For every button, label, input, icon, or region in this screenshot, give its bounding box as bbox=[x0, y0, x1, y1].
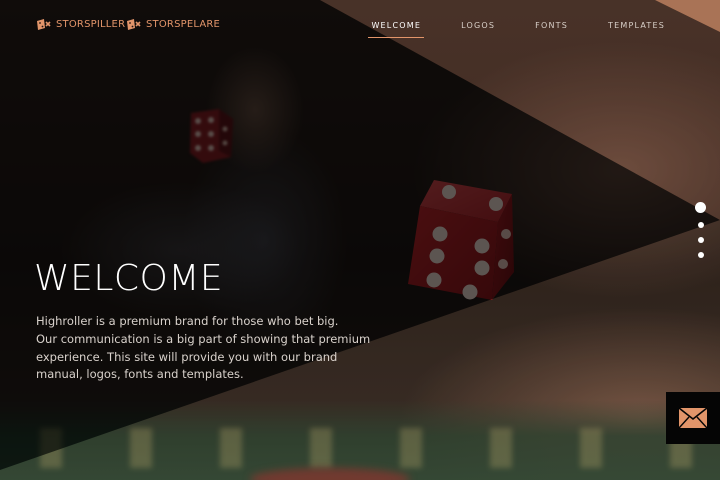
slide-pagination bbox=[695, 202, 706, 258]
intro-text: Highroller is a premium brand for those … bbox=[36, 313, 371, 384]
brand-name: STORSPILLER bbox=[56, 19, 126, 30]
brand-storspelare[interactable]: STORSPELARE bbox=[126, 18, 220, 31]
slide-dot-3[interactable] bbox=[697, 237, 704, 243]
intro-line: Our communication is a big part of showi… bbox=[36, 331, 371, 346]
intro-line: manual, logos, fonts and templates. bbox=[36, 367, 244, 382]
contact-mail-button[interactable] bbox=[666, 392, 720, 444]
slide-dot-4[interactable] bbox=[697, 252, 704, 258]
main-nav: WELCOME LOGOS FONTS TEMPLATES bbox=[368, 19, 668, 38]
nav-welcome[interactable]: WELCOME bbox=[368, 19, 424, 38]
nav-templates[interactable]: TEMPLATES bbox=[605, 19, 668, 38]
dice-logo-icon bbox=[36, 18, 51, 31]
dice-logo-icon bbox=[126, 18, 141, 31]
brand-storspiller[interactable]: STORSPILLER bbox=[36, 18, 125, 31]
page-title: WELCOME bbox=[34, 258, 224, 299]
nav-logos[interactable]: LOGOS bbox=[458, 19, 498, 38]
diagonal-overlay bbox=[0, 0, 720, 480]
landing-page: STORSPILLER STORSPELARE WELCOME LOGOS FO… bbox=[0, 0, 720, 480]
intro-line: experience. This site will provide you w… bbox=[36, 349, 338, 364]
nav-fonts[interactable]: FONTS bbox=[532, 19, 571, 38]
brand-name: STORSPELARE bbox=[146, 19, 221, 30]
intro-line: Highroller is a premium brand for those … bbox=[36, 314, 339, 328]
envelope-icon bbox=[678, 407, 708, 429]
slide-dot-2[interactable] bbox=[697, 222, 704, 228]
slide-dot-1[interactable] bbox=[695, 202, 706, 213]
